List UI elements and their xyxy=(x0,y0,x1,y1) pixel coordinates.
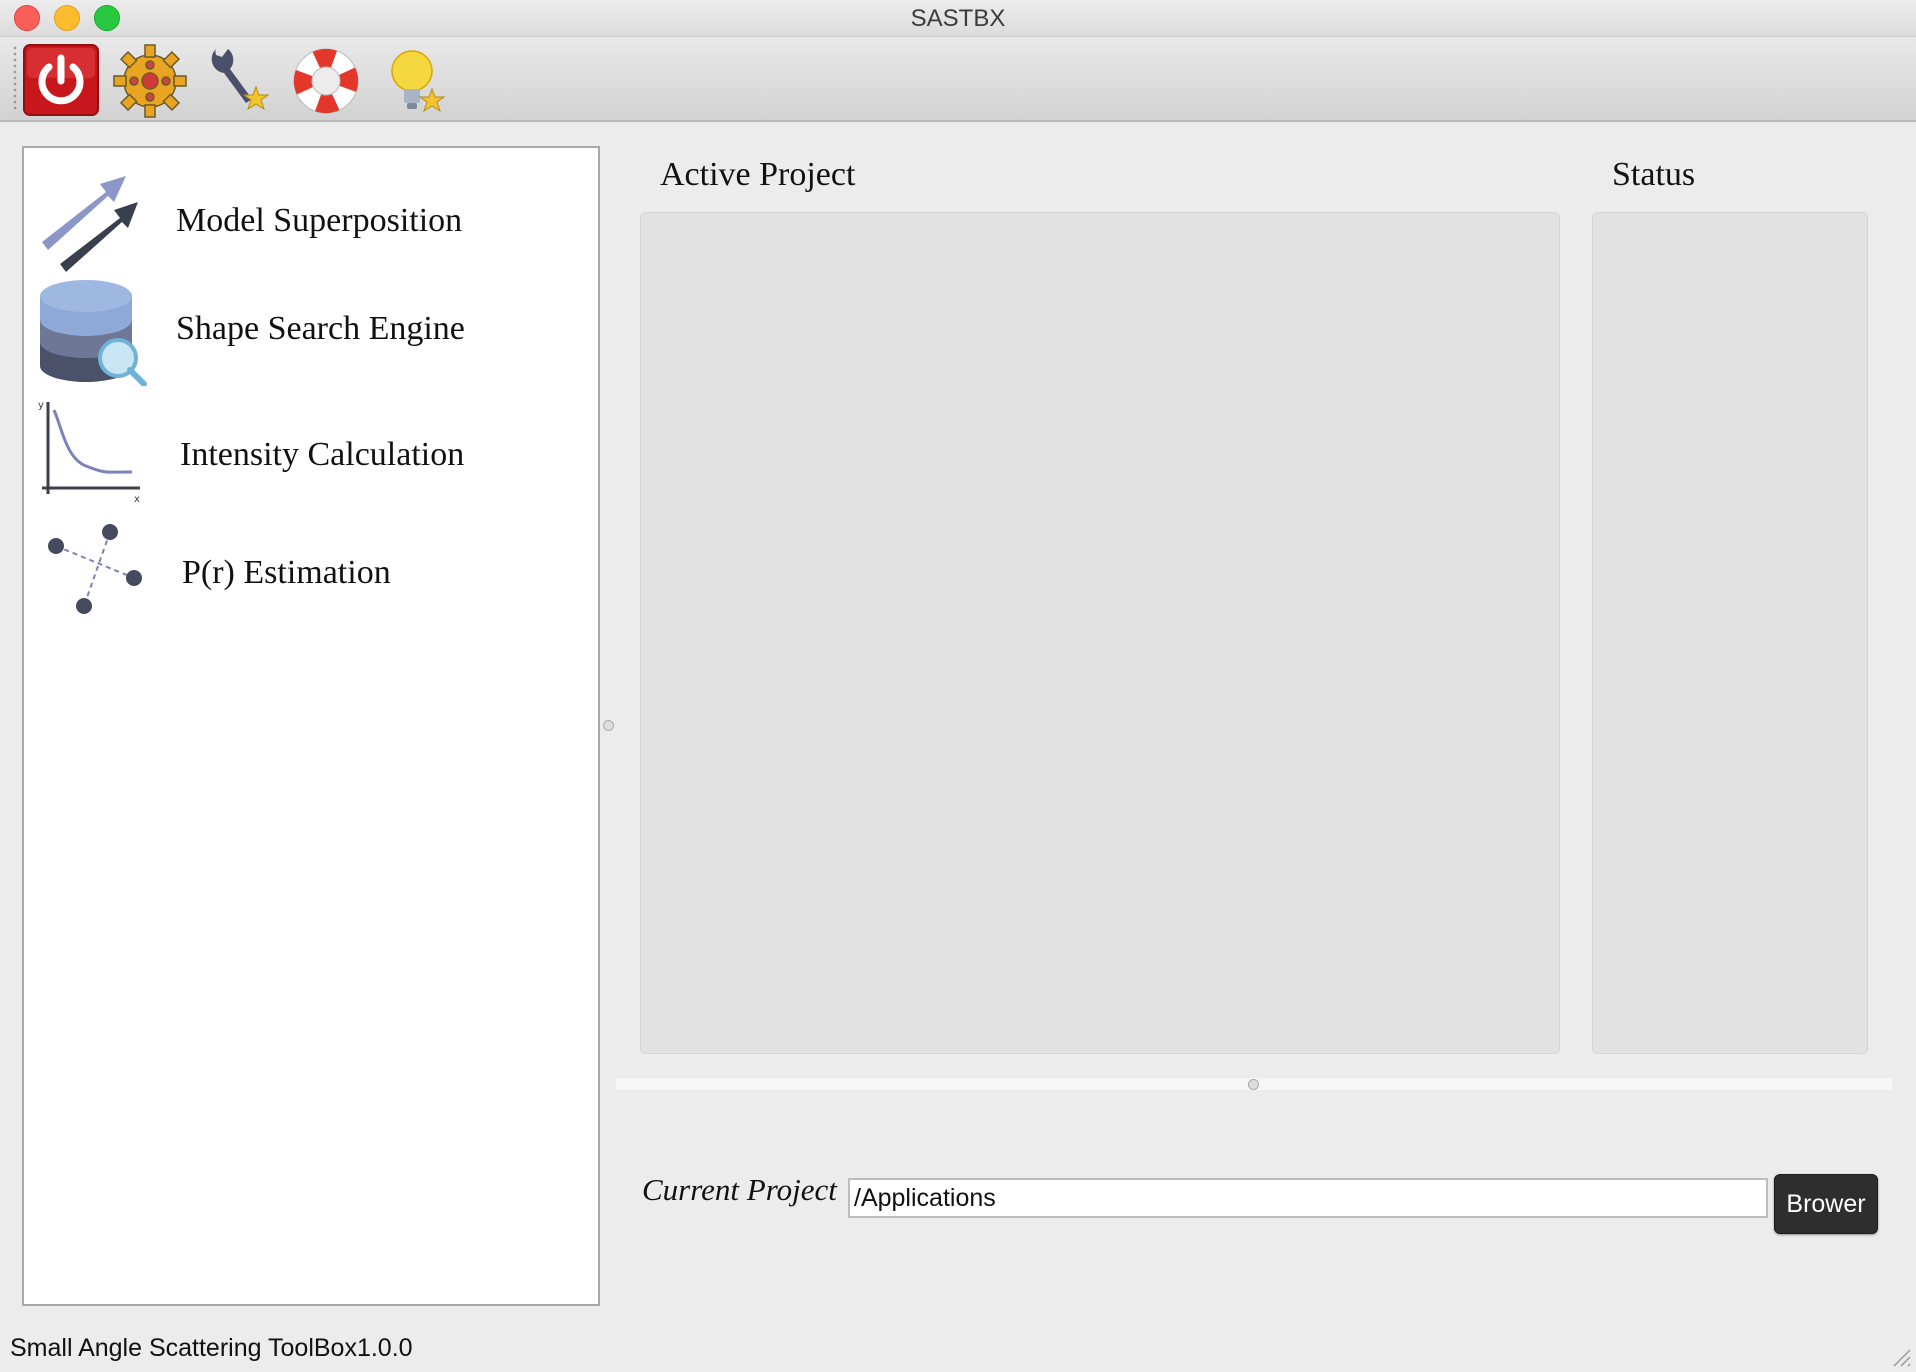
current-project-input[interactable] xyxy=(848,1178,1768,1218)
arrows-icon xyxy=(42,176,138,272)
gear-icon xyxy=(113,44,187,118)
sidebar-item-model-superposition[interactable]: Model Superposition xyxy=(36,170,576,280)
wrench-star-icon xyxy=(211,49,270,111)
sidebar-item-pr-estimation[interactable]: P(r) Estimation xyxy=(36,518,576,628)
vertical-splitter-handle[interactable] xyxy=(603,720,614,731)
browse-button[interactable]: Brower xyxy=(1774,1174,1878,1234)
tips-button[interactable] xyxy=(374,43,454,119)
sidebar-item-label: P(r) Estimation xyxy=(182,554,391,591)
sidebar-item-label: Intensity Calculation xyxy=(180,436,465,473)
current-project-label: Current Project xyxy=(642,1172,837,1207)
sidebar-item-shape-search-engine[interactable]: Shape Search Engine xyxy=(36,276,576,386)
active-project-panel[interactable] xyxy=(640,212,1560,1054)
svg-text:x: x xyxy=(134,494,140,505)
power-button[interactable] xyxy=(22,43,102,119)
settings-button[interactable] xyxy=(110,43,190,119)
lifebuoy-icon xyxy=(293,48,359,114)
tool-list-panel: Model Superposition Shape Search Engine … xyxy=(22,146,600,1306)
tools-button[interactable] xyxy=(198,43,278,119)
sidebar-item-intensity-calculation[interactable]: y x Intensity Calculation xyxy=(36,398,576,508)
lightbulb-star-icon xyxy=(391,50,446,113)
sidebar-item-label: Model Superposition xyxy=(176,202,463,239)
power-icon xyxy=(23,44,99,116)
sidebar-item-label: Shape Search Engine xyxy=(176,310,465,347)
title-bar: SASTBX xyxy=(0,0,1916,37)
toolbar-grip[interactable] xyxy=(12,45,18,113)
database-search-icon xyxy=(40,280,147,386)
active-project-title: Active Project xyxy=(660,156,856,193)
status-title: Status xyxy=(1612,156,1696,193)
horizontal-splitter[interactable] xyxy=(616,1078,1892,1090)
splitter-handle-icon xyxy=(1248,1079,1259,1090)
intensity-plot-icon: y x xyxy=(38,400,140,505)
status-bar-text: Small Angle Scattering ToolBox1.0.0 xyxy=(10,1334,413,1362)
status-panel[interactable] xyxy=(1592,212,1868,1054)
resize-grip-icon[interactable] xyxy=(1888,1344,1912,1368)
toolbar xyxy=(0,37,1916,122)
window-title: SASTBX xyxy=(910,5,1006,32)
pr-distance-icon xyxy=(48,524,142,614)
svg-text:y: y xyxy=(38,400,44,411)
help-button[interactable] xyxy=(286,43,366,119)
